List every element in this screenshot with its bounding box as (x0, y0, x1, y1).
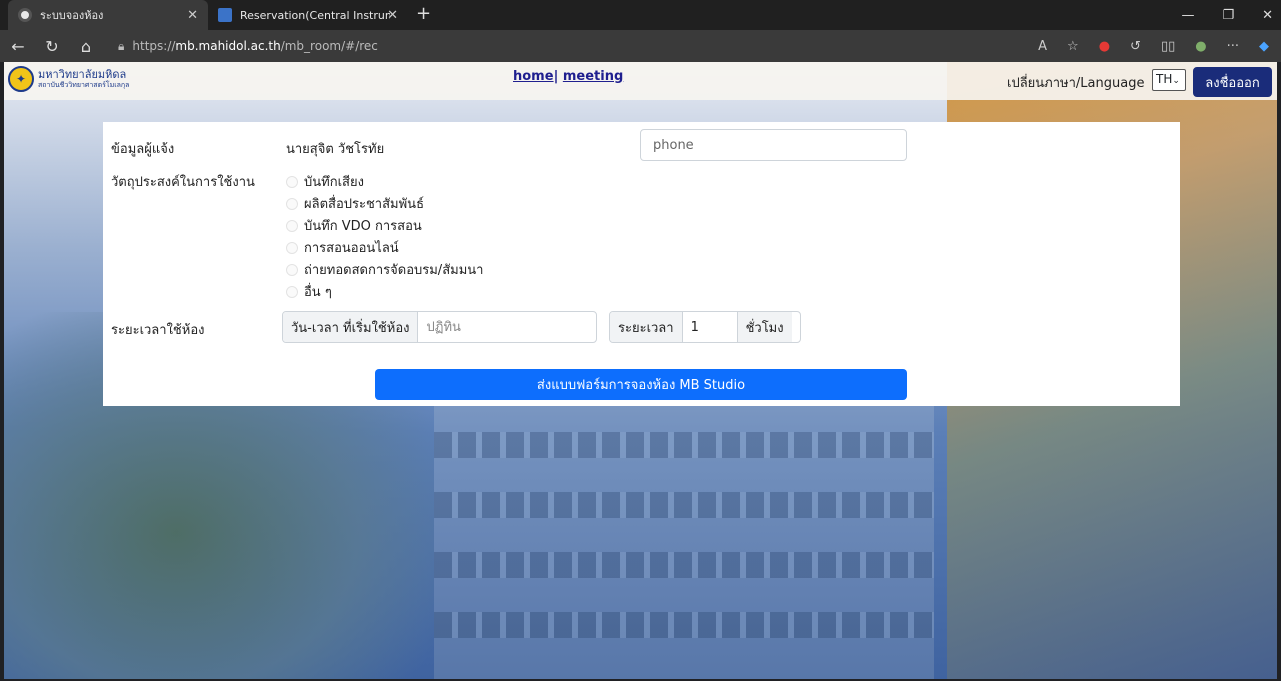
home-icon[interactable]: ⌂ (78, 37, 94, 56)
nav-links: home| meeting (513, 69, 623, 84)
language-select[interactable]: TH⌄ (1152, 69, 1186, 91)
window-controls: — ❐ ✕ (1181, 0, 1273, 30)
copilot-icon[interactable]: ◆ (1259, 39, 1269, 54)
restore-icon[interactable]: ❐ (1222, 8, 1234, 23)
booking-form: ข้อมูลผู้แจ้ง นายสุจิต วัชโรทัย วัตถุประ… (103, 122, 1180, 406)
close-icon[interactable]: ✕ (187, 8, 198, 23)
profile-avatar-icon[interactable]: ● (1195, 39, 1206, 54)
start-datetime-input[interactable] (418, 312, 589, 342)
phone-input[interactable] (640, 129, 907, 161)
address-bar[interactable]: 🔒︎ https://mb.mahidol.ac.th/mb_room/#/re… (118, 39, 378, 54)
url-text: https://mb.mahidol.ac.th/mb_room/#/rec (132, 39, 378, 53)
university-logo[interactable]: ✦ มหาวิทยาลัยมหิดล สถาบันชีววิทยาศาสตร์โ… (8, 66, 129, 92)
purpose-option-audio[interactable]: บันทึกเสียง (286, 171, 364, 192)
nav-home-link[interactable]: home (513, 69, 554, 84)
new-tab-button[interactable]: + (416, 0, 431, 30)
purpose-option-other[interactable]: อื่น ๆ (286, 281, 332, 302)
purpose-option-live-seminar[interactable]: ถ่ายทอดสดการจัดอบรม/สัมมนา (286, 259, 483, 280)
nav-meeting-link[interactable]: meeting (563, 69, 623, 84)
refresh-icon[interactable]: ↻ (44, 37, 60, 56)
more-icon[interactable]: ··· (1227, 39, 1239, 54)
radio-button[interactable] (286, 197, 298, 210)
submit-booking-button[interactable]: ส่งแบบฟอร์มการจองห้อง MB Studio (375, 369, 907, 400)
toolbar-icons: A ☆ ● ↺ ▯▯ ● ··· ◆ (1038, 30, 1269, 62)
purpose-option-online-teaching[interactable]: การสอนออนไลน์ (286, 237, 399, 258)
reporter-name: นายสุจิต วัชโรทัย (286, 142, 385, 157)
favorite-icon[interactable]: ☆ (1067, 39, 1079, 54)
back-icon[interactable]: ← (10, 37, 26, 56)
logo-title: มหาวิทยาลัยมหิดล (38, 67, 127, 81)
start-datetime-label: วัน-เวลา ที่เริ่มใช้ห้อง (283, 312, 419, 342)
close-icon[interactable]: ✕ (387, 8, 398, 23)
purpose-option-teaching-vdo[interactable]: บันทึก VDO การสอน (286, 215, 422, 236)
tab-label: ระบบจองห้อง (40, 9, 104, 22)
radio-button[interactable] (286, 241, 298, 254)
web-page: ✦ มหาวิทยาลัยมหิดล สถาบันชีววิทยาศาสตร์โ… (4, 62, 1277, 679)
radio-button[interactable] (286, 285, 298, 298)
duration-group: ระยะเวลา ชั่วโมง (609, 311, 801, 343)
logo-subtitle: สถาบันชีววิทยาศาสตร์โมเลกุล (38, 80, 130, 89)
close-window-icon[interactable]: ✕ (1262, 8, 1273, 23)
reporter-label: ข้อมูลผู้แจ้ง (111, 142, 175, 157)
browser-toolbar: ← ↻ ⌂ 🔒︎ https://mb.mahidol.ac.th/mb_roo… (0, 30, 1281, 62)
seal-icon: ✦ (8, 66, 34, 92)
duration-hours-input[interactable] (682, 312, 737, 342)
split-screen-icon[interactable]: ▯▯ (1161, 39, 1175, 54)
radio-button[interactable] (286, 263, 298, 276)
lock-icon: 🔒︎ (118, 38, 125, 53)
tab-room-booking[interactable]: ระบบจองห้อง ✕ (8, 0, 208, 30)
site-navbar: ✦ มหาวิทยาลัยมหิดล สถาบันชีววิทยาศาสตร์โ… (4, 62, 1277, 100)
extension-icon[interactable]: ● (1099, 39, 1110, 54)
radio-button[interactable] (286, 219, 298, 232)
nav-separator: | (553, 69, 559, 84)
radio-button[interactable] (286, 175, 298, 188)
read-aloud-icon[interactable]: A (1038, 39, 1047, 54)
duration-length-label: ระยะเวลา (610, 312, 683, 342)
purpose-option-pr-media[interactable]: ผลิตสื่อประชาสัมพันธ์ (286, 193, 424, 214)
browser-titlebar: ระบบจองห้อง ✕ Reservation(Central Instru… (0, 0, 1281, 30)
language-label: เปลี่ยนภาษา/Language (1007, 76, 1145, 91)
duration-label: ระยะเวลาใช้ห้อง (111, 323, 205, 338)
site-icon (218, 8, 232, 22)
globe-icon (18, 8, 32, 22)
logout-button[interactable]: ลงชื่อออก (1193, 67, 1272, 97)
purpose-label: วัตถุประสงค์ในการใช้งาน (111, 175, 255, 190)
refresh-extension-icon[interactable]: ↺ (1130, 39, 1141, 54)
tab-reservation[interactable]: Reservation(Central Instrument) ✕ (208, 0, 408, 30)
chevron-down-icon: ⌄ (1172, 76, 1180, 86)
hours-unit-label: ชั่วโมง (736, 312, 792, 342)
start-datetime-group: วัน-เวลา ที่เริ่มใช้ห้อง (282, 311, 597, 343)
minimize-icon[interactable]: — (1181, 8, 1194, 23)
tab-label: Reservation(Central Instrument) (240, 8, 390, 22)
background-building (434, 392, 934, 679)
